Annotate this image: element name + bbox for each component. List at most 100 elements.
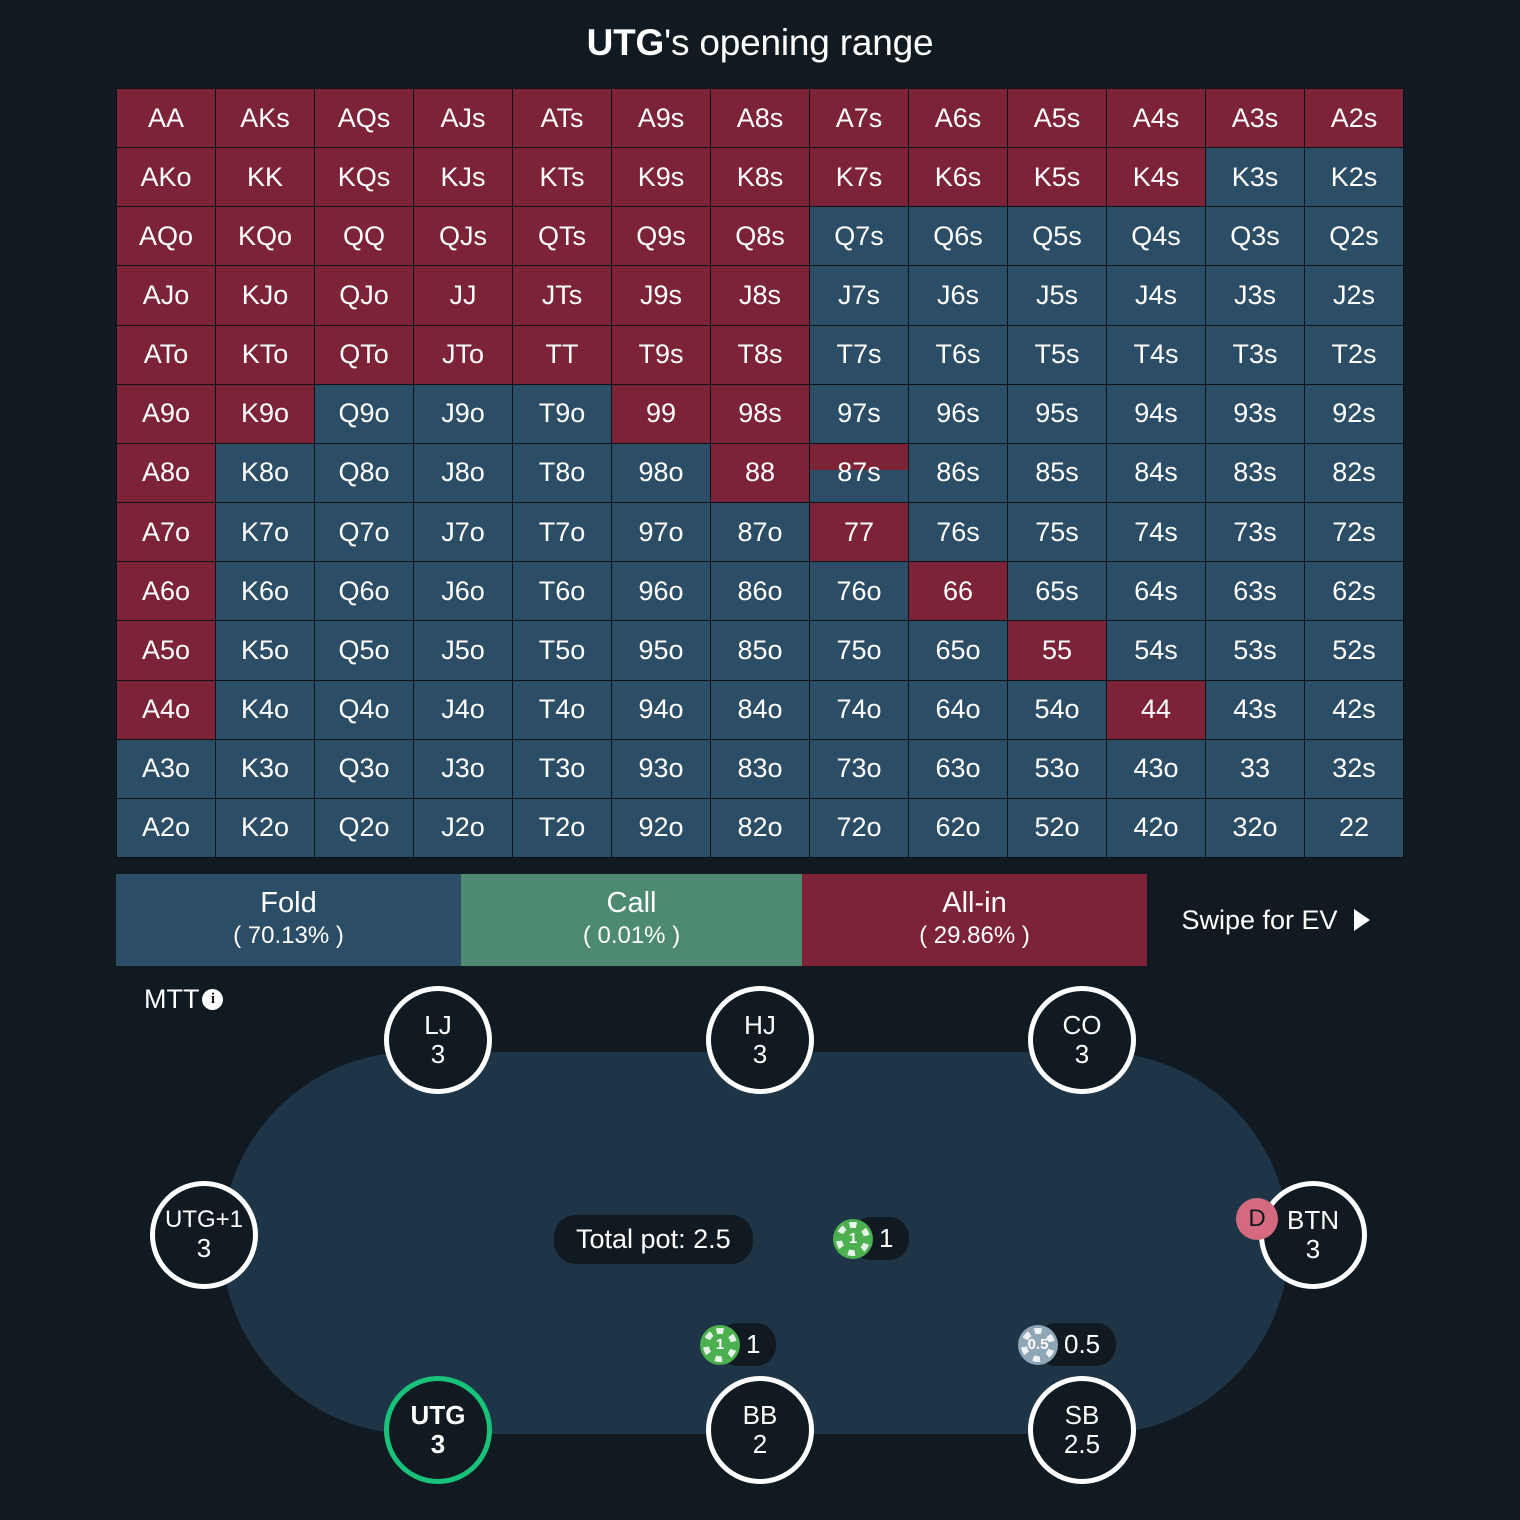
range-cell[interactable]: JJ [414, 266, 512, 325]
range-cell[interactable]: 84o [711, 680, 809, 739]
range-cell[interactable]: T5o [513, 621, 611, 680]
range-cell[interactable]: Q7o [315, 503, 413, 562]
range-cell[interactable]: Q6s [909, 207, 1007, 266]
range-cell[interactable]: T9s [612, 325, 710, 384]
range-cell[interactable]: A7s [810, 89, 908, 148]
range-cell[interactable]: A3o [117, 739, 215, 798]
range-cell[interactable]: T8s [711, 325, 809, 384]
game-type[interactable]: MTT i [144, 984, 224, 1015]
seat-bb[interactable]: BB 2 [706, 1376, 814, 1484]
range-cell[interactable]: K8s [711, 148, 809, 207]
range-cell[interactable]: JTs [513, 266, 611, 325]
range-cell[interactable]: Q7s [810, 207, 908, 266]
seat-utg1[interactable]: UTG+1 3 [150, 1181, 258, 1289]
range-cell[interactable]: T3o [513, 739, 611, 798]
range-cell[interactable]: QTo [315, 325, 413, 384]
range-cell[interactable]: 94s [1107, 384, 1205, 443]
range-cell[interactable]: 92o [612, 798, 710, 857]
range-cell[interactable]: AQs [315, 89, 413, 148]
range-cell[interactable]: AJs [414, 89, 512, 148]
range-cell[interactable]: AJo [117, 266, 215, 325]
range-cell[interactable]: 73o [810, 739, 908, 798]
range-cell[interactable]: 73s [1206, 503, 1304, 562]
range-grid[interactable]: AA AKs AQs AJs ATs A9s A8s A7s A6s A5s A4s A3s A2s AK… [116, 88, 1404, 858]
range-cell[interactable]: A9o [117, 384, 215, 443]
range-cell[interactable]: 43s [1206, 680, 1304, 739]
range-cell[interactable]: Q4s [1107, 207, 1205, 266]
range-cell[interactable]: KQs [315, 148, 413, 207]
range-cell[interactable]: 42s [1305, 680, 1403, 739]
range-cell[interactable]: 72o [810, 798, 908, 857]
range-cell[interactable]: KQo [216, 207, 314, 266]
range-cell[interactable]: AKs [216, 89, 314, 148]
range-cell[interactable]: A6o [117, 562, 215, 621]
range-cell[interactable]: 98s [711, 384, 809, 443]
range-cell[interactable]: K9o [216, 384, 314, 443]
range-cell[interactable]: A8s [711, 89, 809, 148]
range-cell[interactable]: J4s [1107, 266, 1205, 325]
range-cell[interactable]: T4s [1107, 325, 1205, 384]
range-cell[interactable]: J3s [1206, 266, 1304, 325]
range-cell[interactable]: 22 [1305, 798, 1403, 857]
range-cell[interactable]: 32o [1206, 798, 1304, 857]
range-cell[interactable]: 54s [1107, 621, 1205, 680]
range-cell[interactable]: K7s [810, 148, 908, 207]
range-cell[interactable]: 62s [1305, 562, 1403, 621]
range-cell[interactable]: J9s [612, 266, 710, 325]
range-cell[interactable]: QJo [315, 266, 413, 325]
range-cell[interactable]: 64s [1107, 562, 1205, 621]
range-cell[interactable]: Q8s [711, 207, 809, 266]
range-cell[interactable]: K7o [216, 503, 314, 562]
range-cell[interactable]: Q2o [315, 798, 413, 857]
range-cell[interactable]: 66 [909, 562, 1007, 621]
range-cell[interactable]: QQ [315, 207, 413, 266]
range-cell[interactable]: 82o [711, 798, 809, 857]
range-cell[interactable]: K3s [1206, 148, 1304, 207]
range-cell[interactable]: 86o [711, 562, 809, 621]
range-cell[interactable]: 85o [711, 621, 809, 680]
range-cell[interactable]: 52o [1008, 798, 1106, 857]
range-cell[interactable]: J6s [909, 266, 1007, 325]
range-cell[interactable]: J8s [711, 266, 809, 325]
range-cell[interactable]: 76o [810, 562, 908, 621]
range-cell[interactable]: J5o [414, 621, 512, 680]
range-cell[interactable]: 95o [612, 621, 710, 680]
range-cell[interactable]: 32s [1305, 739, 1403, 798]
range-cell[interactable]: 77 [810, 503, 908, 562]
range-cell[interactable]: 98o [612, 443, 710, 503]
range-cell[interactable]: T6o [513, 562, 611, 621]
range-cell[interactable]: A8o [117, 443, 215, 503]
range-cell[interactable]: 65s [1008, 562, 1106, 621]
range-cell[interactable]: 85s [1008, 443, 1106, 503]
seat-btn[interactable]: BTN 3 [1259, 1181, 1367, 1289]
range-cell[interactable]: A7o [117, 503, 215, 562]
range-cell[interactable]: Q6o [315, 562, 413, 621]
range-cell[interactable]: A4o [117, 680, 215, 739]
range-cell[interactable]: 74o [810, 680, 908, 739]
range-cell[interactable]: 54o [1008, 680, 1106, 739]
range-cell[interactable]: TT [513, 325, 611, 384]
range-cell[interactable]: T2s [1305, 325, 1403, 384]
range-cell[interactable]: J4o [414, 680, 512, 739]
range-cell[interactable]: K3o [216, 739, 314, 798]
range-cell[interactable]: 63s [1206, 562, 1304, 621]
seat-utg[interactable]: UTG 3 [384, 1376, 492, 1484]
range-cell[interactable]: 55 [1008, 621, 1106, 680]
seat-hj[interactable]: HJ 3 [706, 986, 814, 1094]
range-cell[interactable]: 44 [1107, 680, 1205, 739]
range-cell[interactable]: J6o [414, 562, 512, 621]
info-icon[interactable]: i [202, 989, 224, 1010]
range-cell[interactable]: 53s [1206, 621, 1304, 680]
range-cell[interactable]: 84s [1107, 443, 1205, 503]
range-cell[interactable]: Q9s [612, 207, 710, 266]
range-cell[interactable]: QJs [414, 207, 512, 266]
action-call[interactable]: Call ( 0.01% ) [461, 874, 802, 966]
range-cell[interactable]: 93o [612, 739, 710, 798]
range-cell[interactable]: 43o [1107, 739, 1205, 798]
range-cell[interactable]: 42o [1107, 798, 1205, 857]
range-cell[interactable]: AKo [117, 148, 215, 207]
range-cell[interactable]: 87s [810, 443, 908, 503]
range-cell[interactable]: J3o [414, 739, 512, 798]
range-cell[interactable]: 83o [711, 739, 809, 798]
range-cell[interactable]: Q3s [1206, 207, 1304, 266]
